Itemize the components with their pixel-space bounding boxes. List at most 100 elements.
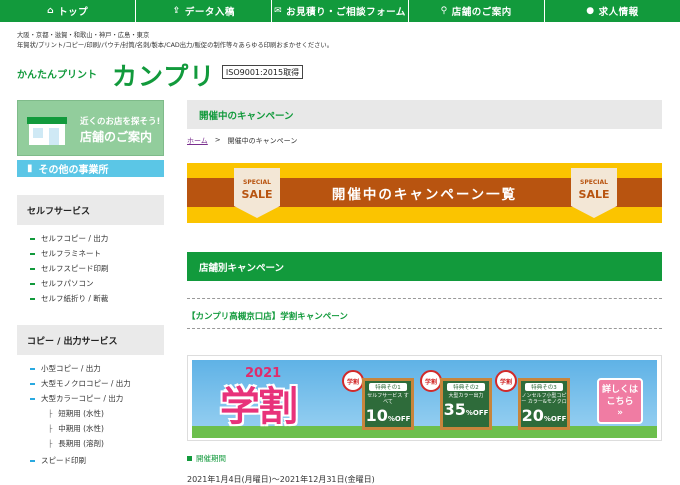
percent-unit: %OFF bbox=[387, 415, 411, 423]
bullet-icon bbox=[30, 282, 35, 285]
sidebar-subitem-long-term[interactable]: ├ 長期用 (溶剤) bbox=[48, 438, 104, 449]
nav-top[interactable]: ⌂ トップ bbox=[0, 0, 137, 22]
arrow-right-icon: » bbox=[617, 408, 623, 419]
subitem-branch-icon: ├ bbox=[48, 424, 53, 433]
nav-estimate-form[interactable]: ✉ お見積り・ご相談フォーム bbox=[272, 0, 409, 22]
benefit-label: 特典その2 bbox=[447, 383, 485, 391]
bullet-icon bbox=[30, 267, 35, 270]
benefit-desc: 大型カラー出力 bbox=[448, 393, 484, 399]
sidebar-item-label: 大型モノクロコピー / 出力 bbox=[41, 379, 131, 388]
sidebar-item-label: セルフラミネート bbox=[41, 249, 101, 258]
percent-unit: %OFF bbox=[465, 409, 489, 417]
sidebar-item-small-copy[interactable]: 小型コピー / 出力 bbox=[30, 363, 101, 374]
store-banner-small: 近くのお店を探そう! bbox=[80, 117, 161, 127]
brand-logo[interactable]: カンプリ bbox=[112, 57, 215, 93]
sidebar-item-label: 長期用 (溶剤) bbox=[58, 439, 104, 448]
promo-details-button[interactable]: 詳しくは こちら » bbox=[597, 378, 643, 424]
home-icon: ⌂ bbox=[47, 6, 55, 16]
store-banner-title: 店舗のご案内 bbox=[80, 130, 153, 144]
sidebar-item-label: 中期用 (水性) bbox=[58, 424, 104, 433]
bullet-icon bbox=[30, 252, 35, 255]
top-nav: ⌂ トップ ⇪ データ入稿 ✉ お見積り・ご相談フォーム ⚲ 店舗のご案内 ● 求人情報 bbox=[0, 0, 680, 22]
nav-recruit[interactable]: ● 求人情報 bbox=[545, 0, 680, 22]
gakuwari-promo-banner[interactable]: 2021 学割 学割 学割 学割 特典その1 セルフサービス すべて 10%OF… bbox=[187, 355, 662, 441]
bullet-icon bbox=[30, 367, 35, 370]
period-label-text: 開催期間 bbox=[196, 454, 226, 463]
sidebar-item-label: セルフスピード印刷 bbox=[41, 264, 109, 273]
percent-value: 10 bbox=[365, 406, 388, 425]
sidebar-item-label: 短期用 (水性) bbox=[58, 409, 104, 418]
sidebar-item-speed-print[interactable]: スピード印刷 bbox=[30, 455, 86, 466]
sidebar-item-self-laminate[interactable]: セルフラミネート bbox=[30, 248, 101, 259]
sale-tag-main: SALE bbox=[579, 188, 610, 201]
nav-label: 店舗のご案内 bbox=[451, 7, 512, 18]
percent-value: 20 bbox=[521, 406, 544, 425]
details-line2: こちら bbox=[606, 396, 634, 407]
bullet-icon bbox=[30, 459, 35, 462]
sale-tag-top: SPECIAL bbox=[243, 179, 271, 186]
subitem-branch-icon: ├ bbox=[48, 439, 53, 448]
mail-icon: ✉ bbox=[274, 6, 283, 16]
bullet-icon bbox=[30, 297, 35, 300]
benefit-desc: セルフサービス すべて bbox=[367, 393, 409, 405]
sidebar-item-self-speed-print[interactable]: セルフスピード印刷 bbox=[30, 263, 109, 274]
square-bullet-icon bbox=[187, 456, 192, 461]
sidebar-item-self-copy[interactable]: セルフコピー / 出力 bbox=[30, 233, 108, 244]
nav-store-guide[interactable]: ⚲ 店舗のご案内 bbox=[409, 0, 545, 22]
percent-value: 35 bbox=[443, 400, 466, 419]
gakuwari-seal-icon: 学割 bbox=[420, 370, 442, 392]
bullet-icon bbox=[30, 382, 35, 385]
sidebar-item-large-mono[interactable]: 大型モノクロコピー / 出力 bbox=[30, 378, 131, 389]
special-sale-tag-icon: SPECIAL SALE bbox=[234, 168, 280, 218]
campaign-list-banner: 開催中のキャンペーン一覧 SPECIAL SALE SPECIAL SALE bbox=[187, 163, 662, 223]
benefit-label: 特典その1 bbox=[369, 383, 407, 391]
benefit-label: 特典その3 bbox=[525, 383, 563, 391]
campaign-title-link[interactable]: 【カンプリ高槻京口店】学割キャンペーン bbox=[187, 310, 348, 322]
sidebar-subitem-short-term[interactable]: ├ 短期用 (水性) bbox=[48, 408, 104, 419]
sidebar-item-label: スピード印刷 bbox=[41, 456, 86, 465]
sidebar-item-self-pc[interactable]: セルフパソコン bbox=[30, 278, 94, 289]
sidebar-item-label: セルフ紙折り / 断裁 bbox=[41, 294, 109, 303]
bullet-icon bbox=[30, 397, 35, 400]
period-label: 開催期間 bbox=[187, 453, 226, 464]
brand-subtitle[interactable]: かんたんプリント bbox=[17, 66, 97, 81]
promo-title: 学割 bbox=[220, 384, 298, 430]
sidebar-item-label: セルフコピー / 出力 bbox=[41, 234, 109, 243]
store-guide-banner[interactable]: 近くのお店を探そう! 店舗のご案内 bbox=[17, 100, 164, 156]
divider bbox=[187, 298, 662, 299]
benefit-percent: 35%OFF bbox=[443, 400, 489, 419]
percent-unit: %OFF bbox=[543, 415, 567, 423]
benefit-board-3: 特典その3 ノンセルフ小型コピー カラー&モノクロ 20%OFF bbox=[518, 378, 570, 430]
special-sale-tag-icon: SPECIAL SALE bbox=[571, 168, 617, 218]
benefit-board-2: 特典その2 大型カラー出力 35%OFF bbox=[440, 378, 492, 430]
sidebar-item-large-color[interactable]: 大型カラーコピー / 出力 bbox=[30, 393, 123, 404]
promo-sky: 2021 学割 学割 学割 学割 特典その1 セルフサービス すべて 10%OF… bbox=[192, 360, 657, 438]
details-line1: 詳しくは bbox=[601, 385, 638, 395]
tagline-services: 年賀状/プリント/コピー/印刷/パウチ/封筒/名刺/製本/CAD出力/販促の制作… bbox=[17, 42, 334, 49]
bullet-icon bbox=[30, 237, 35, 240]
other-offices-button[interactable]: ▮ その他の事業所 bbox=[17, 160, 164, 177]
store-icon bbox=[27, 117, 67, 145]
copy-output-heading: コピー / 出力サービス bbox=[17, 325, 164, 355]
breadcrumb-separator: > bbox=[214, 136, 221, 144]
building-icon: ▮ bbox=[27, 163, 33, 174]
benefit-percent: 10%OFF bbox=[365, 406, 411, 425]
sale-tag-main: SALE bbox=[242, 188, 273, 201]
page-title: 開催中のキャンペーン bbox=[187, 100, 662, 129]
sidebar-item-label: 大型カラーコピー / 出力 bbox=[41, 394, 124, 403]
sidebar-item-label: セルフパソコン bbox=[41, 279, 94, 288]
breadcrumb: ホーム > 開催中のキャンペーン bbox=[187, 136, 297, 146]
sidebar-subitem-mid-term[interactable]: ├ 中期用 (水性) bbox=[48, 423, 104, 434]
nav-label: トップ bbox=[58, 7, 89, 18]
nav-data-upload[interactable]: ⇪ データ入稿 bbox=[136, 0, 273, 22]
sidebar-item-self-fold-cut[interactable]: セルフ紙折り / 断裁 bbox=[30, 293, 108, 304]
nav-label: お見積り・ご相談フォーム bbox=[286, 7, 406, 18]
subitem-branch-icon: ├ bbox=[48, 409, 53, 418]
benefit-desc: ノンセルフ小型コピー カラー&モノクロ bbox=[521, 393, 567, 405]
benefit-percent: 20%OFF bbox=[521, 406, 567, 425]
sale-tag-top: SPECIAL bbox=[580, 179, 608, 186]
nav-label: データ入稿 bbox=[184, 7, 235, 18]
breadcrumb-home-link[interactable]: ホーム bbox=[187, 136, 208, 146]
upload-icon: ⇪ bbox=[172, 6, 181, 16]
divider bbox=[187, 328, 662, 329]
